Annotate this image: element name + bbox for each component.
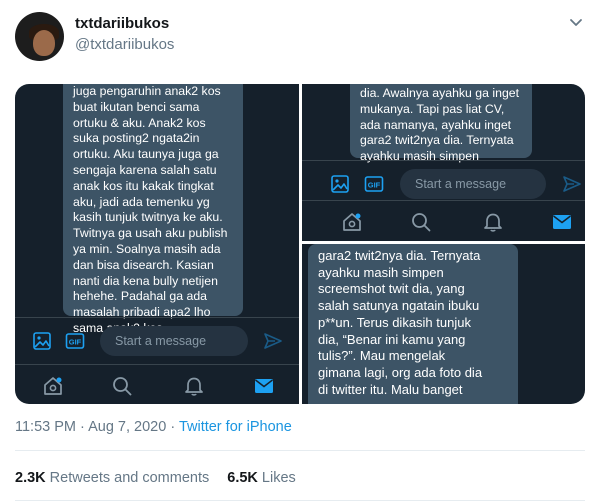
image-icon[interactable]: [330, 174, 350, 194]
message-line: mukanya. Tapi pas liat CV,: [360, 101, 505, 116]
search-icon[interactable]: [111, 375, 133, 397]
screenshot-bottom-right[interactable]: gara2 twit2nya dia. Ternyata ayahku masi…: [302, 244, 585, 404]
retweets-label: Retweets and comments: [49, 470, 210, 486]
message-line: gara2 twit2nya dia. Ternyata: [360, 133, 514, 148]
gif-icon[interactable]: GIF: [65, 331, 85, 351]
tweet-stats: 2.3K Retweets and comments 6.5K Likes: [15, 470, 296, 486]
message-line: kasih tunjuk twitnya ke aku.: [73, 210, 223, 225]
send-icon[interactable]: [263, 331, 283, 351]
home-icon[interactable]: [341, 211, 363, 233]
message-line: gara2 twit2nya dia. Ternyata: [318, 248, 481, 263]
message-input[interactable]: Start a message: [100, 326, 248, 356]
author-handle[interactable]: @txtdariibukos: [75, 36, 174, 53]
tweet-card: txtdariibukos @txtdariibukos juga pengar…: [0, 0, 600, 503]
send-icon[interactable]: [562, 174, 582, 194]
message-line: ayahku masih simpen: [318, 264, 444, 280]
media-grid[interactable]: juga pengaruhin anak2 kos buat ikutan be…: [15, 84, 585, 404]
gif-label: GIF: [368, 181, 381, 190]
image-icon[interactable]: [32, 331, 52, 351]
retweets-count: 2.3K: [15, 470, 46, 486]
home-icon[interactable]: [42, 375, 64, 397]
message-line: juga pengaruhin anak2 kos: [73, 84, 221, 98]
likes-stat[interactable]: 6.5K Likes: [227, 470, 296, 486]
avatar-face: [33, 30, 55, 56]
divider: [15, 500, 585, 501]
likes-count: 6.5K: [227, 470, 258, 486]
mail-icon[interactable]: [551, 211, 573, 233]
message-line: p**un. Terus dikasih tunjuk: [318, 314, 471, 330]
bottom-nav: [15, 364, 299, 404]
gif-label: GIF: [69, 338, 82, 347]
mail-icon[interactable]: [253, 375, 275, 397]
meta-separator: ·: [76, 419, 89, 435]
message-line: tulis?”. Mau mengelak: [318, 348, 446, 364]
message-line: dia, “Benar ini kamu yang: [318, 331, 466, 347]
screenshot-top-right[interactable]: dia. Awalnya ayahku ga inget mukanya. Ta…: [302, 84, 585, 241]
message-line: ada namanya, ayahku inget: [360, 117, 512, 132]
gif-icon[interactable]: GIF: [364, 174, 384, 194]
message-line: dan bisa disearch. Kasian: [73, 257, 214, 272]
chevron-down-icon[interactable]: [568, 14, 584, 30]
message-line: sengaja karena salah satu: [73, 162, 217, 177]
message-line: nanti dia kena bully netijen: [73, 273, 218, 288]
search-icon[interactable]: [410, 211, 432, 233]
message-line: salah satunya ngatain ibuku: [318, 298, 480, 314]
message-line: ortuku & aku. Anak2 kos: [73, 115, 206, 130]
divider: [15, 450, 585, 451]
message-line: screemshot twit dia, yang: [318, 281, 465, 297]
message-input[interactable]: Start a message: [400, 169, 546, 199]
message-line: hehehe. Padahal ga ada: [73, 289, 208, 304]
tweet-date[interactable]: Aug 7, 2020: [88, 419, 166, 435]
message-bubble: juga pengaruhin anak2 kos buat ikutan be…: [63, 84, 243, 335]
message-line: gimana lagi, org ada foto dia: [318, 364, 483, 380]
message-line: ortuku. Aku taunya juga ga: [73, 147, 219, 162]
screenshot-left[interactable]: juga pengaruhin anak2 kos buat ikutan be…: [15, 84, 299, 404]
avatar[interactable]: [15, 12, 64, 61]
bell-icon[interactable]: [482, 211, 504, 233]
message-line: suka posting2 ngata2in: [73, 131, 200, 146]
meta-separator: ·: [166, 419, 179, 435]
tweet-time[interactable]: 11:53 PM: [15, 419, 76, 435]
message-line: buat ikutan benci sama: [73, 99, 200, 114]
tweet-meta: 11:53 PM · Aug 7, 2020 · Twitter for iPh…: [15, 419, 292, 435]
message-line: anak kos itu kakak tingkat: [73, 178, 214, 193]
message-line: Twitnya ga usah aku publish: [73, 226, 228, 241]
message-line: di twitter itu. Malu banget: [318, 381, 463, 397]
bell-icon[interactable]: [183, 375, 205, 397]
author-name[interactable]: txtdariibukos: [75, 15, 169, 32]
bottom-nav: [302, 200, 585, 241]
message-line: dia. Awalnya ayahku ga inget: [360, 86, 520, 100]
message-composer: GIF Start a message: [15, 317, 299, 363]
message-line: aku, jadi ada temenku yg: [73, 194, 210, 209]
tweet-source-link[interactable]: Twitter for iPhone: [179, 419, 292, 435]
message-line: ya min. Soalnya masih ada: [73, 241, 221, 256]
likes-label: Likes: [261, 470, 296, 486]
message-bubble: gara2 twit2nya dia. Ternyata ayahku masi…: [308, 244, 518, 404]
retweets-stat[interactable]: 2.3K Retweets and comments: [15, 470, 209, 486]
message-bubble: dia. Awalnya ayahku ga inget mukanya. Ta…: [350, 84, 532, 163]
